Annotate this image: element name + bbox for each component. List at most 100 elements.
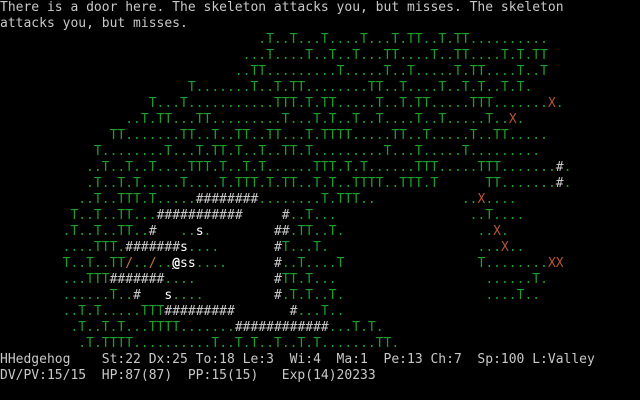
grass-tile: ...... bbox=[485, 272, 533, 287]
tree-tile: T bbox=[313, 336, 321, 351]
door-tile[interactable]: / bbox=[149, 256, 157, 271]
grass-tile: . bbox=[320, 240, 329, 255]
grass-tile: ... bbox=[328, 320, 353, 335]
tree-tile: T bbox=[305, 208, 314, 223]
grass-tile: . bbox=[422, 176, 431, 191]
tree-tile: T bbox=[281, 240, 290, 255]
grass-tile: . bbox=[375, 320, 384, 335]
grass-tile: . bbox=[305, 336, 314, 351]
tree-tile: TTT bbox=[93, 240, 118, 255]
grass-tile: .. bbox=[422, 32, 439, 47]
grass-tile: . bbox=[328, 192, 337, 207]
trap-tile: X bbox=[547, 256, 556, 271]
tree-tile: T bbox=[266, 32, 274, 47]
grass-tile: .. bbox=[469, 208, 486, 223]
grass-tile: . bbox=[563, 160, 572, 175]
grass-tile: .... bbox=[187, 240, 220, 255]
tree-tile: T bbox=[313, 240, 321, 255]
tree-tile: T bbox=[305, 96, 314, 111]
tree-tile: T bbox=[313, 112, 321, 127]
grass-tile: .......... bbox=[469, 32, 548, 47]
tree-tile: T bbox=[461, 80, 470, 95]
tree-tile: T bbox=[360, 160, 368, 175]
wall-tile: # bbox=[273, 256, 282, 271]
grass-tile: .. bbox=[281, 256, 298, 271]
status-line-attributes: HHedgehog St:22 Dx:25 To:18 Le:3 Wi:4 Ma… bbox=[0, 352, 595, 367]
tree-tile: T bbox=[461, 144, 470, 159]
grass-tile: .. bbox=[101, 208, 118, 223]
tree-tile: T bbox=[148, 160, 157, 175]
player-character[interactable]: @ bbox=[172, 256, 180, 271]
grass-tile: .... bbox=[328, 32, 361, 47]
map-row: ..T.TT...TT.........T...T.T..T..T....T..… bbox=[0, 112, 640, 128]
grass-tile: . bbox=[360, 320, 368, 335]
grass-tile: .. bbox=[133, 256, 149, 271]
grass-tile: ...... bbox=[367, 160, 415, 175]
grass-tile: .. bbox=[219, 336, 235, 351]
grass-tile: ... bbox=[391, 144, 415, 159]
grass-tile: . bbox=[461, 64, 470, 79]
tree-tile: TT bbox=[234, 128, 251, 143]
skeleton-monster[interactable]: s bbox=[188, 256, 196, 271]
tree-tile: T bbox=[266, 176, 274, 191]
tree-tile: T bbox=[422, 128, 431, 143]
grass-tile: . bbox=[211, 160, 220, 175]
tree-tile: TTT bbox=[86, 272, 110, 287]
grass-tile: ... bbox=[172, 112, 196, 127]
grass-tile: ..... bbox=[430, 96, 470, 111]
grass-tile: . bbox=[258, 32, 267, 47]
map-row: TT.......TT..T..TT..TT...T.TTTT.....TT..… bbox=[0, 128, 640, 144]
game-screen[interactable]: There is a door here. The skeleton attac… bbox=[0, 0, 640, 400]
grass-tile: ... bbox=[313, 208, 337, 223]
wall-tile: ########### bbox=[156, 208, 243, 223]
grass-tile: .... bbox=[383, 112, 415, 127]
grass-tile: . bbox=[227, 176, 235, 191]
grass-tile: . bbox=[227, 144, 235, 159]
tree-tile: T bbox=[328, 112, 337, 127]
map-row: ....TTT.#######s.... #T...T. ...X.. bbox=[0, 240, 640, 256]
grass-tile: ..... bbox=[430, 128, 470, 143]
grass-tile: ......... bbox=[469, 144, 541, 159]
grass-tile: .. bbox=[336, 176, 353, 191]
grass-tile: .. bbox=[446, 80, 462, 95]
tree-tile: T bbox=[86, 336, 94, 351]
tree-tile: T bbox=[375, 112, 384, 127]
wall-tile: ## bbox=[273, 224, 290, 239]
tree-tile: T bbox=[266, 48, 274, 63]
grass-tile: .. bbox=[313, 48, 329, 63]
skeleton-monster[interactable]: s bbox=[180, 240, 188, 255]
world-map[interactable]: .T..T...T....T...T.TT..T.TT.......... ..… bbox=[0, 32, 640, 351]
tree-tile: TT bbox=[281, 144, 298, 159]
door-tile[interactable]: / bbox=[125, 256, 133, 271]
grass-tile: ... bbox=[367, 32, 392, 47]
tree-tile: T bbox=[78, 304, 87, 319]
skeleton-monster[interactable]: s bbox=[180, 256, 188, 271]
grass-tile: .. bbox=[336, 48, 353, 63]
grass-tile: .. bbox=[477, 224, 494, 239]
tree-tile: T bbox=[414, 112, 423, 127]
grass-tile: . bbox=[563, 176, 572, 191]
grass-tile: ..... bbox=[446, 112, 486, 127]
grass-tile: .. bbox=[281, 336, 298, 351]
map-row: T..T..TT/../..@ss.... #..T....T T.......… bbox=[0, 256, 640, 272]
map-row: .T.TTTT..........T..T.T..T..T.T.......TT… bbox=[0, 336, 640, 352]
tree-tile: T bbox=[148, 96, 157, 111]
grass-tile: ....... bbox=[125, 128, 181, 143]
grass-tile: . bbox=[336, 224, 345, 239]
tree-tile: T bbox=[93, 224, 102, 239]
grass-tile: ......... bbox=[266, 64, 337, 79]
tree-tile: TT bbox=[211, 144, 227, 159]
grass-tile: . bbox=[78, 336, 87, 351]
tree-tile: TT bbox=[281, 272, 298, 287]
wall-tile: ############ bbox=[234, 320, 329, 335]
tree-tile: T bbox=[258, 144, 267, 159]
grass-tile: . bbox=[446, 32, 454, 47]
map-row: ..T..T..T....TTT.T..T.T......TTT.T.T....… bbox=[0, 160, 640, 176]
tree-tile: T bbox=[320, 192, 329, 207]
grass-tile: ......... bbox=[211, 112, 282, 127]
grass-tile: ... bbox=[297, 304, 321, 319]
map-row: .T..T.T...TTTT.......############...T.T. bbox=[0, 320, 640, 336]
grass-tile: ... bbox=[133, 208, 157, 223]
grass-tile: .. bbox=[133, 160, 149, 175]
skeleton-monster[interactable]: s bbox=[196, 224, 204, 239]
